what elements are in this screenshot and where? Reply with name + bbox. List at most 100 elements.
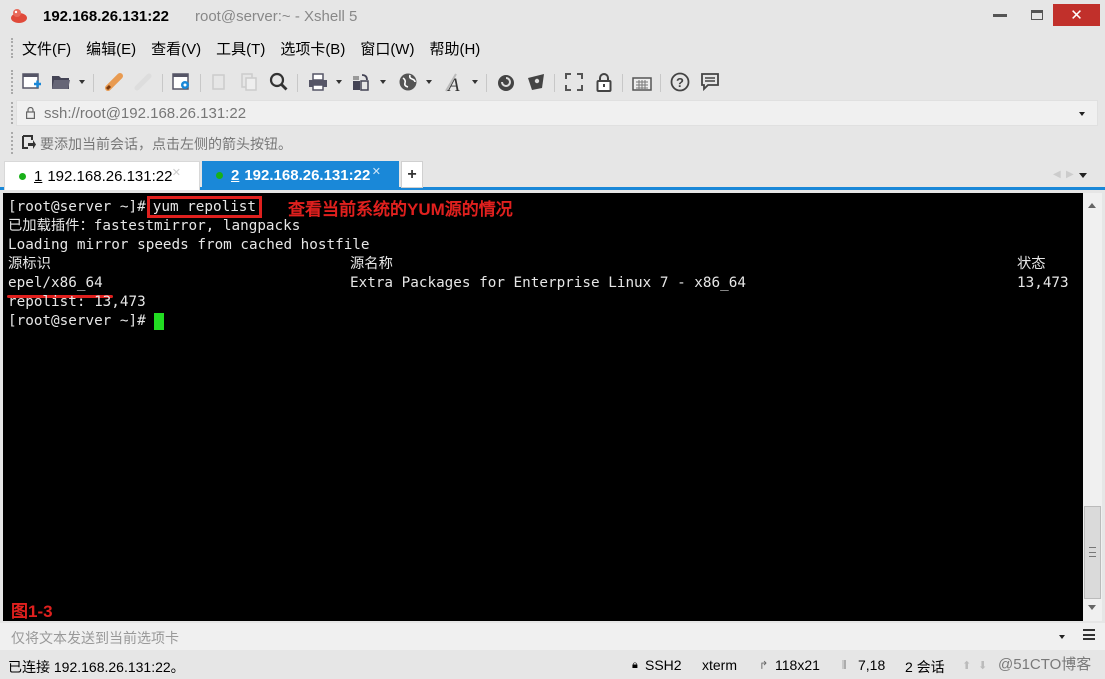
compose-bar[interactable]: 仅将文本发送到当前选项卡 [0,623,1105,650]
font-dropdown[interactable] [472,80,478,84]
menu-window[interactable]: 窗口(W) [360,38,414,59]
addressbar-grip[interactable] [11,102,14,124]
toolbar-separator [660,74,661,92]
scrollbar-thumb[interactable] [1084,506,1101,599]
globe-button[interactable] [396,70,420,94]
transfer-icon [353,74,369,91]
status-bar: 已连接 192.168.26.131:22。 🔒︎ SSH2 xterm ↱ 1… [0,652,1105,679]
tab-scroll-right-icon[interactable]: ▶ [1066,169,1074,180]
xshell-logo-icon [11,9,27,23]
xmanager-button[interactable] [524,70,548,94]
menu-edit[interactable]: 编辑(E) [86,38,136,59]
svg-text:?: ? [676,75,684,90]
globe-icon [399,73,417,91]
close-icon: ✕ [1070,7,1083,24]
repo-header-status: 状态 [1017,256,1046,272]
print-dropdown[interactable] [336,80,342,84]
terminal-screen[interactable]: [root@server ~]# yum repolist 查看当前系统的YUM源… [3,193,1083,621]
connect-icon [105,73,123,91]
arrow-up-icon[interactable]: ⬆ [962,659,971,672]
help-button[interactable]: ? [668,70,692,94]
find-button[interactable] [267,70,291,94]
repo-row-id: epel/x86_64 [8,275,103,291]
protocol-status: SSH2 [645,657,682,673]
tab-close-icon[interactable]: ✕ [372,165,381,178]
fullscreen-button[interactable] [562,70,586,94]
find-icon [269,72,288,91]
copy-icon [212,74,225,90]
highlighted-command: yum repolist [146,196,263,218]
lock-button[interactable] [592,70,616,94]
terminal-line: 已加载插件：fastestmirror, langpacks [8,218,301,234]
scroll-down-icon[interactable] [1088,605,1096,610]
feedback-button[interactable] [698,70,722,94]
address-bar[interactable]: ssh://root@192.168.26.131:22 [16,100,1098,126]
globe-dropdown[interactable] [426,80,432,84]
print-button[interactable] [306,70,330,94]
open-session-dropdown[interactable] [79,80,85,84]
arrow-down-icon[interactable]: ⬇ [978,659,987,672]
cursor-position-status: 7,18 [858,657,886,673]
address-input[interactable]: ssh://root@192.168.26.131:22 [44,105,246,122]
open-session-button[interactable] [49,70,73,94]
menu-file[interactable]: 文件(F) [22,38,71,59]
hintbar-grip[interactable] [11,132,14,154]
toolbar-separator [200,74,201,92]
new-tab-button[interactable]: + [401,161,423,188]
terminal-size-status: 118x21 [775,657,820,673]
tab-close-icon[interactable]: ✕ [172,166,181,179]
tab-scroll-left-icon[interactable]: ◀ [1053,169,1061,180]
tab-session-2[interactable]: 2 192.168.26.131:22 ✕ [202,161,399,190]
terminal-scrollbar[interactable] [1083,193,1102,621]
hamburger-menu-icon[interactable] [1083,629,1095,640]
compose-input[interactable]: 仅将文本发送到当前选项卡 [11,628,179,648]
tab-number: 2 [231,167,240,184]
lock-icon [26,107,35,119]
menu-tabs[interactable]: 选项卡(B) [280,38,345,59]
shell-prompt: [root@server ~]# [8,199,146,215]
connect-button[interactable] [102,70,126,94]
tab-label: 192.168.26.131:22 [47,167,173,185]
menu-view[interactable]: 查看(V) [151,38,201,59]
session-hint-bar: 要添加当前会话，点击左侧的箭头按钮。 [16,130,1096,156]
session-count-status: 2 会话 [905,659,945,675]
compose-target-dropdown[interactable] [1059,635,1065,639]
maximize-icon [1031,10,1043,20]
minimize-icon [993,13,1007,17]
maximize-button[interactable] [1022,4,1052,26]
transfer-dropdown[interactable] [380,80,386,84]
transfer-button[interactable] [349,70,373,94]
figure-label: 图1-3 [11,602,53,621]
xftp-button[interactable] [494,70,518,94]
scroll-up-icon[interactable] [1088,203,1096,208]
paste-button[interactable] [237,70,261,94]
print-icon [309,73,327,91]
address-dropdown[interactable] [1079,112,1085,116]
font-button[interactable]: A [442,70,466,94]
menubar-grip[interactable] [11,38,14,58]
toolbar-separator [554,74,555,92]
menu-tools[interactable]: 工具(T) [216,38,265,59]
window-title-subtitle: root@server:~ - Xshell 5 [195,8,358,25]
xftp-icon [498,75,514,91]
terminal-line-prompt: [root@server ~]# [8,312,165,331]
lock-icon: 🔒︎ [632,659,638,671]
session-properties-button[interactable] [170,70,194,94]
tab-session-1[interactable]: 1 192.168.26.131:22 ✕ [4,161,200,190]
minimize-button[interactable] [985,4,1015,26]
menu-help[interactable]: 帮助(H) [429,38,480,59]
keyboard-button[interactable] [630,70,654,94]
close-button[interactable]: ✕ [1053,4,1100,26]
toolbar-grip[interactable] [11,70,14,94]
add-session-arrow-icon[interactable] [22,135,36,149]
session-properties-icon [172,73,189,90]
paste-icon [241,73,257,91]
scrollbar-grip-icon [1089,547,1096,557]
font-icon: A [445,73,460,93]
new-session-button[interactable] [20,70,44,94]
copy-button[interactable] [207,70,231,94]
repo-row-status: 13,473 [1017,275,1069,291]
tab-list-dropdown[interactable] [1079,173,1087,178]
disconnect-button[interactable] [131,70,155,94]
xmanager-icon [528,74,544,90]
